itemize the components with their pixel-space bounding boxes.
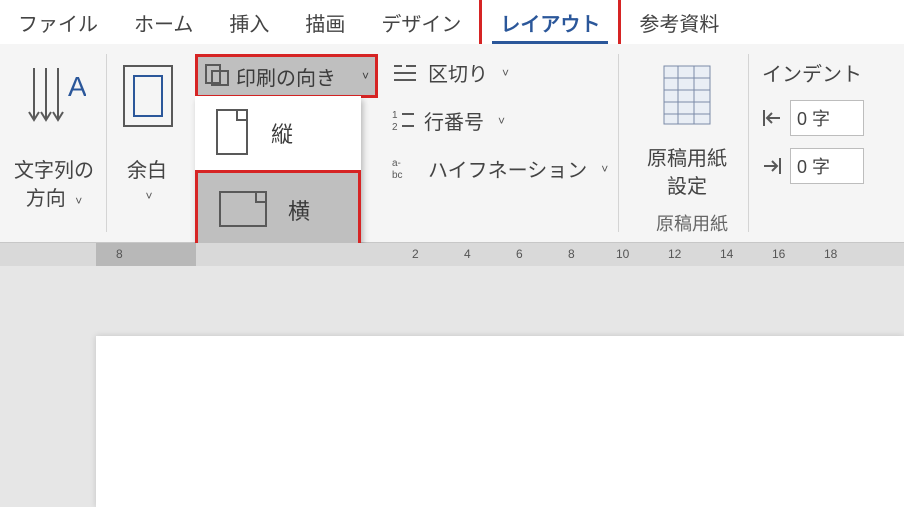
document-page[interactable]: [96, 336, 904, 507]
separator: [748, 54, 749, 232]
text-direction-button[interactable]: A 文字列の 方向 ˅: [6, 44, 102, 242]
svg-text:a-: a-: [392, 158, 401, 169]
manuscript-label1: 原稿用紙: [632, 142, 742, 171]
landscape-icon: [216, 188, 270, 232]
svg-text:A: A: [68, 71, 86, 102]
ribbon: A 文字列の 方向 ˅ 余白˅ 印刷の向き ˅: [0, 44, 904, 243]
indent-right-icon: [760, 154, 784, 178]
orientation-landscape[interactable]: 横: [195, 170, 361, 250]
indent-right-input[interactable]: [790, 148, 864, 184]
manuscript-paper-button[interactable]: 原稿用紙 設定 原稿用紙: [632, 44, 742, 242]
portrait-label: 縦: [271, 117, 293, 149]
tab-file[interactable]: ファイル: [0, 0, 116, 44]
margins-icon: [120, 62, 176, 132]
hyphenation-button[interactable]: a- bc ハイフネーション˅: [392, 154, 608, 183]
indent-left-input[interactable]: [790, 100, 864, 136]
orientation-menu: 縦 横: [195, 96, 361, 250]
separator: [618, 54, 619, 232]
breaks-icon: [392, 62, 418, 84]
ruler-tick: 10: [616, 247, 629, 261]
manuscript-group-label: 原稿用紙: [632, 210, 752, 236]
indent-left-icon: [760, 106, 784, 130]
hyphenation-icon: a- bc: [392, 156, 418, 182]
tab-design[interactable]: デザイン: [363, 0, 479, 44]
ruler-tick: 16: [772, 247, 785, 261]
orientation-icon: [204, 63, 230, 89]
ruler-margin-area: [96, 243, 196, 267]
ruler-tick: 8: [116, 247, 123, 261]
ruler-tick: 4: [464, 247, 471, 261]
ruler-tick: 6: [516, 247, 523, 261]
portrait-icon: [213, 108, 253, 158]
tab-layout[interactable]: レイアウト: [479, 0, 621, 47]
margins-button[interactable]: 余白˅: [110, 44, 186, 242]
landscape-label: 横: [288, 194, 310, 226]
indent-group: インデント: [758, 44, 904, 242]
text-direction-label2: 方向 ˅: [6, 182, 102, 211]
orientation-label: 印刷の向き: [236, 62, 336, 91]
manuscript-paper-icon: [660, 62, 716, 130]
text-direction-icon: A: [26, 62, 86, 134]
svg-text:1: 1: [392, 110, 398, 121]
tab-layout-label: レイアウト: [500, 8, 600, 37]
orientation-portrait[interactable]: 縦: [195, 96, 361, 170]
ribbon-tabs: ファイル ホーム 挿入 描画 デザイン レイアウト 参考資料: [0, 0, 904, 44]
line-numbers-button[interactable]: 1 2 行番号˅: [392, 106, 505, 135]
manuscript-label2: 設定: [632, 170, 742, 199]
page-setup-commands: 区切り˅ 1 2 行番号˅ a- bc ハイフネーション˅: [392, 44, 612, 242]
horizontal-ruler[interactable]: 8 2 4 6 8 10 12 14 16 18: [0, 243, 904, 268]
line-numbers-icon: 1 2: [392, 108, 414, 134]
indent-title: インデント: [762, 58, 862, 87]
breaks-button[interactable]: 区切り˅: [392, 58, 509, 87]
text-direction-label1: 文字列の: [6, 154, 102, 183]
chevron-down-icon: ˅: [362, 69, 369, 83]
svg-text:bc: bc: [392, 170, 403, 181]
margins-label: 余白˅: [110, 154, 184, 206]
ruler-tick: 8: [568, 247, 575, 261]
tab-insert[interactable]: 挿入: [211, 0, 287, 44]
separator: [106, 54, 107, 232]
ruler-tick: 2: [412, 247, 419, 261]
document-area: [0, 266, 904, 507]
ruler-tick: 12: [668, 247, 681, 261]
tab-references[interactable]: 参考資料: [621, 0, 737, 44]
svg-text:2: 2: [392, 122, 398, 133]
ruler-tick: 14: [720, 247, 733, 261]
tab-draw[interactable]: 描画: [287, 0, 363, 44]
orientation-button[interactable]: 印刷の向き ˅: [195, 54, 378, 98]
tab-home[interactable]: ホーム: [116, 0, 211, 44]
ruler-tick: 18: [824, 247, 837, 261]
